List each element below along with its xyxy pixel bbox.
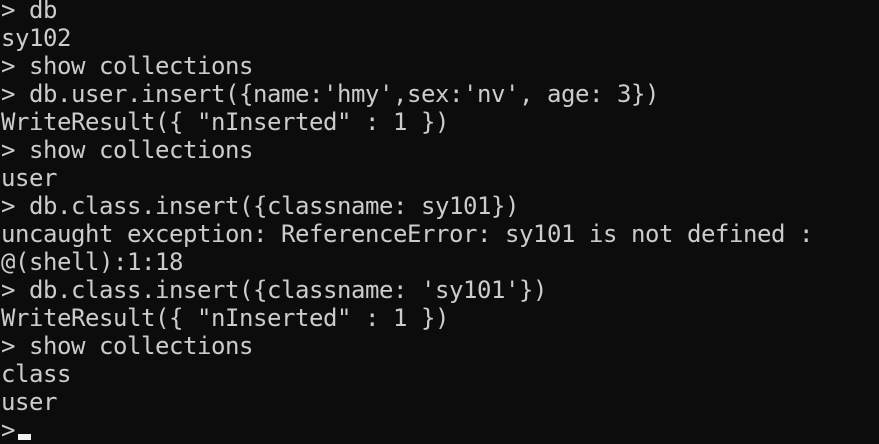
- terminal-line: > show collections: [1, 136, 253, 164]
- input-prompt-line[interactable]: >: [1, 416, 879, 440]
- terminal-line: user: [1, 164, 57, 192]
- terminal-line: > db.user.insert({name:'hmy',sex:'nv', a…: [1, 80, 659, 108]
- cursor-icon: [18, 434, 32, 440]
- terminal-line: @(shell):1:18: [1, 248, 183, 276]
- prompt-symbol: >: [1, 416, 16, 440]
- terminal-line: > db.class.insert({classname: sy101}): [1, 192, 519, 220]
- terminal-line: sy102: [1, 24, 71, 52]
- terminal-line: user: [1, 388, 57, 416]
- terminal-line: > show collections: [1, 332, 253, 360]
- terminal-line: > db.class.insert({classname: 'sy101'}): [1, 276, 547, 304]
- terminal-line: WriteResult({ "nInserted" : 1 }): [1, 108, 449, 136]
- terminal-line: WriteResult({ "nInserted" : 1 }): [1, 304, 449, 332]
- terminal-line: > show collections: [1, 52, 253, 80]
- terminal-line: uncaught exception: ReferenceError: sy10…: [1, 220, 813, 248]
- terminal-window[interactable]: > db sy102 > show collections > db.user.…: [0, 0, 879, 440]
- terminal-line: > db: [1, 0, 57, 24]
- terminal-line: class: [1, 360, 71, 388]
